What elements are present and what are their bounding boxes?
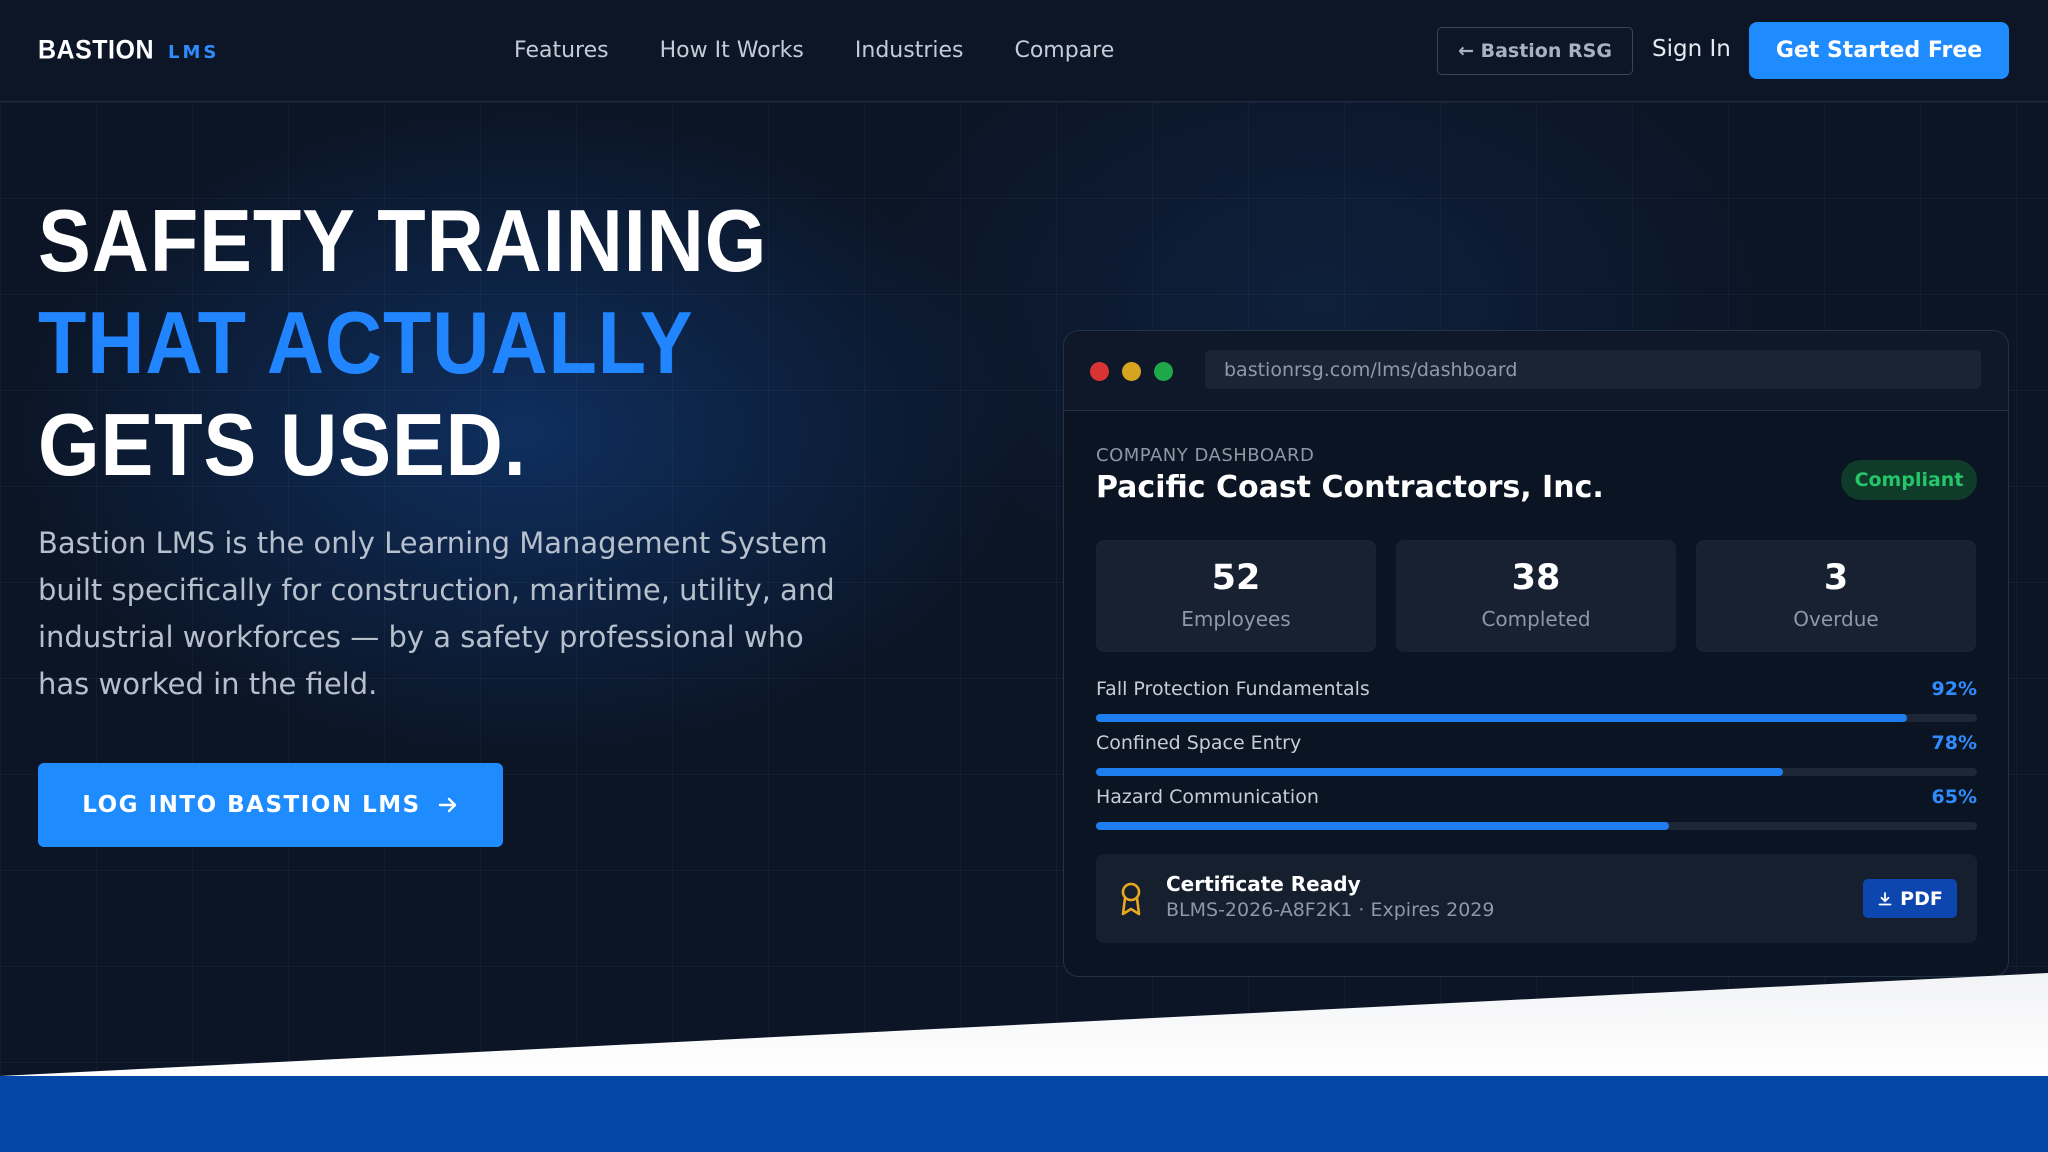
stat-card-overdue: 3 Overdue xyxy=(1696,540,1976,652)
headline-line-1: SAFETY TRAINING xyxy=(38,191,768,290)
logo[interactable]: BASTION LMS xyxy=(38,34,220,66)
course-progress-confined-space: Confined Space Entry 78% xyxy=(1096,732,1977,776)
logo-name: BASTION xyxy=(38,34,154,66)
pdf-button-label: PDF xyxy=(1900,887,1943,910)
progress-track xyxy=(1096,714,1977,722)
award-ribbon-icon xyxy=(1121,882,1141,916)
hero-headline: SAFETY TRAINING THAT ACTUALLY GETS USED. xyxy=(38,190,767,496)
top-navigation-bar: BASTION LMS Features How It Works Indust… xyxy=(0,0,2048,102)
back-to-bastion-rsg-button[interactable]: ← Bastion RSG xyxy=(1437,27,1633,75)
course-name: Fall Protection Fundamentals xyxy=(1096,678,1370,700)
log-into-bastion-lms-button[interactable]: LOG INTO BASTION LMS xyxy=(38,763,503,847)
course-percent: 78% xyxy=(1931,732,1977,754)
stat-value: 52 xyxy=(1211,558,1261,598)
window-maximize-dot-icon xyxy=(1154,362,1173,381)
next-section-band xyxy=(0,1076,2048,1152)
nav-link-how-it-works[interactable]: How It Works xyxy=(660,38,804,63)
progress-track xyxy=(1096,822,1977,830)
stat-card-completed: 38 Completed xyxy=(1396,540,1676,652)
address-bar: bastionrsg.com/lms/dashboard xyxy=(1205,350,1981,389)
stat-value: 38 xyxy=(1511,558,1561,598)
stat-value: 3 xyxy=(1823,558,1849,598)
compliance-status-badge: Compliant xyxy=(1841,460,1977,500)
window-close-dot-icon xyxy=(1090,362,1109,381)
sign-in-link[interactable]: Sign In xyxy=(1652,36,1731,62)
certificate-title: Certificate Ready xyxy=(1166,872,1361,896)
hero-section: SAFETY TRAINING THAT ACTUALLY GETS USED.… xyxy=(0,102,2048,1076)
company-name: Pacific Coast Contractors, Inc. xyxy=(1096,470,1604,505)
course-name: Hazard Communication xyxy=(1096,786,1319,808)
dashboard-label: COMPANY DASHBOARD xyxy=(1096,445,1315,466)
browser-bar: bastionrsg.com/lms/dashboard xyxy=(1064,331,2008,411)
stat-label: Employees xyxy=(1181,607,1291,631)
stat-card-employees: 52 Employees xyxy=(1096,540,1376,652)
get-started-free-button[interactable]: Get Started Free xyxy=(1749,22,2009,79)
progress-track xyxy=(1096,768,1977,776)
logo-sub: LMS xyxy=(168,42,220,63)
certificate-id: BLMS-2026-A8F2K1 · Expires 2029 xyxy=(1166,899,1495,921)
stat-label: Overdue xyxy=(1793,607,1879,631)
window-minimize-dot-icon xyxy=(1122,362,1141,381)
course-percent: 92% xyxy=(1931,678,1977,700)
main-nav: Features How It Works Industries Compare xyxy=(514,0,1165,100)
back-button-label: ← Bastion RSG xyxy=(1458,40,1612,62)
stat-label: Completed xyxy=(1481,607,1591,631)
progress-fill xyxy=(1096,714,1907,722)
course-name: Confined Space Entry xyxy=(1096,732,1302,754)
download-pdf-button[interactable]: PDF xyxy=(1863,879,1957,918)
course-percent: 65% xyxy=(1931,786,1977,808)
arrow-right-icon xyxy=(438,797,456,813)
course-progress-hazard-communication: Hazard Communication 65% xyxy=(1096,786,1977,830)
headline-line-2: THAT ACTUALLY xyxy=(38,293,694,392)
download-icon xyxy=(1878,891,1892,905)
section-divider xyxy=(0,973,2048,1077)
nav-link-features[interactable]: Features xyxy=(514,38,609,63)
certificate-ready-panel: Certificate Ready BLMS-2026-A8F2K1 · Exp… xyxy=(1096,854,1977,943)
course-progress-fall-protection: Fall Protection Fundamentals 92% xyxy=(1096,678,1977,722)
hero-description: Bastion LMS is the only Learning Managem… xyxy=(38,526,835,701)
login-button-label: LOG INTO BASTION LMS xyxy=(82,792,421,818)
nav-link-compare[interactable]: Compare xyxy=(1014,38,1114,63)
progress-fill xyxy=(1096,822,1669,830)
nav-link-industries[interactable]: Industries xyxy=(855,38,964,63)
headline-line-3: GETS USED. xyxy=(38,395,527,494)
dashboard-preview-card: bastionrsg.com/lms/dashboard COMPANY DAS… xyxy=(1063,330,2009,977)
progress-fill xyxy=(1096,768,1784,776)
